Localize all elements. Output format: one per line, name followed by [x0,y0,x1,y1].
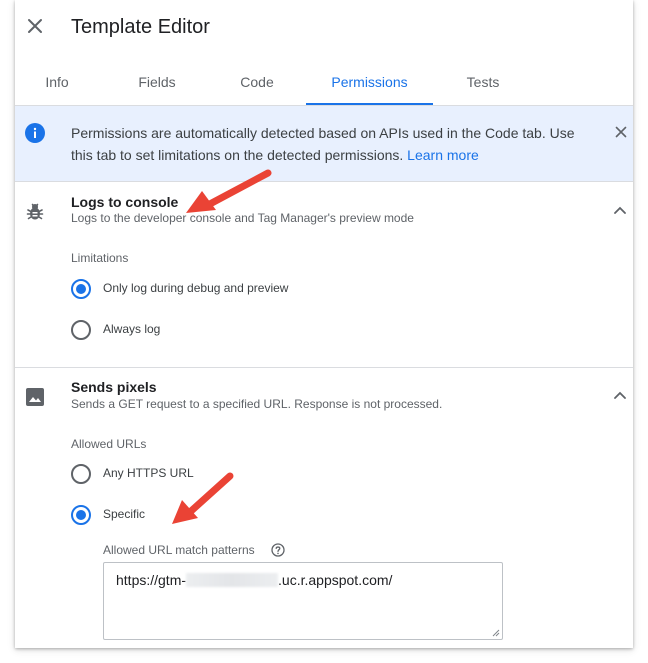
url-value-prefix: https://gtm- [116,572,187,588]
section-title: Sends pixels [71,379,157,395]
resize-handle-icon[interactable] [492,629,500,637]
radio-any-https-url[interactable]: Any HTTPS URL [71,464,231,488]
info-banner: Permissions are automatically detected b… [15,106,633,182]
image-icon [26,388,44,406]
section-title: Logs to console [71,194,179,210]
bug-icon [26,203,44,220]
allowed-urls-label: Allowed URLs [71,437,147,451]
banner-message: Permissions are automatically detected b… [71,125,575,163]
radio-label: Only log during debug and preview [103,281,289,295]
radio-always-log[interactable]: Always log [71,320,231,344]
radio-button-checked[interactable] [71,279,91,299]
tab-fields[interactable]: Fields [130,60,184,105]
learn-more-link[interactable]: Learn more [407,147,479,163]
url-patterns-textarea[interactable]: https://gtm- .uc.r.appspot.com/ [103,562,503,640]
section-subtitle: Sends a GET request to a specified URL. … [71,397,443,411]
redacted-region [186,573,279,587]
tab-bar: Info Fields Code Permissions Tests [15,60,633,106]
chevron-up-icon[interactable] [614,391,626,399]
section-subtitle: Logs to the developer console and Tag Ma… [71,211,414,225]
limitations-label: Limitations [71,251,129,265]
radio-button[interactable] [71,320,91,340]
info-icon [25,123,45,143]
tab-tests[interactable]: Tests [458,60,508,105]
tab-info[interactable]: Info [37,60,77,105]
page-title: Template Editor [71,16,210,38]
section-sends-pixels[interactable]: Sends pixels Sends a GET request to a sp… [15,371,633,421]
url-patterns-label: Allowed URL match patterns [103,543,255,557]
chevron-up-icon[interactable] [614,206,626,214]
radio-button[interactable] [71,464,91,484]
section-divider [15,367,633,368]
radio-specific[interactable]: Specific [71,505,191,529]
url-value-suffix: .uc.r.appspot.com/ [278,572,393,588]
banner-text: Permissions are automatically detected b… [71,122,591,166]
template-editor-panel: Template Editor Info Fields Code Permiss… [15,0,633,648]
banner-close-icon[interactable] [615,126,627,138]
radio-label: Always log [103,322,161,336]
radio-button-checked[interactable] [71,505,91,525]
section-logs-to-console[interactable]: Logs to console Logs to the developer co… [15,186,633,236]
close-icon[interactable] [25,16,45,36]
tab-permissions[interactable]: Permissions [306,60,433,105]
radio-only-log-debug[interactable]: Only log during debug and preview [71,279,351,303]
editor-header: Template Editor [15,0,633,56]
help-icon[interactable] [271,543,285,557]
radio-label: Specific [103,507,146,521]
tab-code[interactable]: Code [233,60,281,105]
radio-label: Any HTTPS URL [103,466,194,480]
